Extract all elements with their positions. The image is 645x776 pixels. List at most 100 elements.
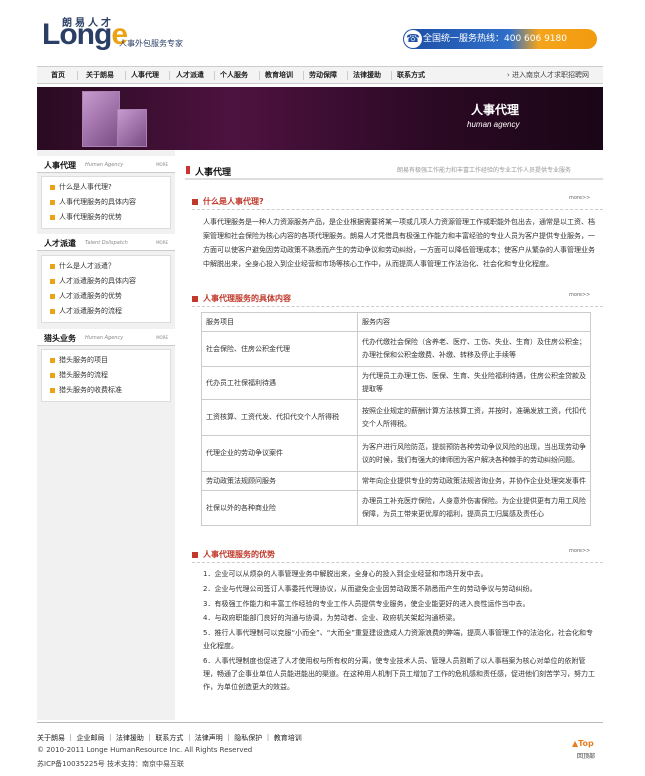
sidebar-item[interactable]: 人才派遣服务的具体内容 bbox=[50, 276, 136, 286]
bullet-icon bbox=[50, 387, 55, 393]
more-link[interactable]: more>> bbox=[569, 292, 590, 298]
advantage-item: 6．人事代理制度也促进了人才使用权与所有权的分离，使专业技术人员、管理人员割断了… bbox=[203, 657, 595, 691]
sidebar-item[interactable]: 人才派遣服务的优势 bbox=[50, 291, 122, 301]
section-divider bbox=[192, 306, 603, 307]
sidebar-more-link[interactable]: MORE bbox=[156, 335, 168, 340]
table-cell: 工资核算、工资代发、代扣代交个人所得税 bbox=[201, 399, 358, 436]
phone-icon: ☎ bbox=[404, 30, 422, 48]
sidebar-item[interactable]: 猎头服务的项目 bbox=[50, 355, 108, 365]
back-to-top-label[interactable]: 回顶部 bbox=[577, 751, 595, 760]
sidebar-item[interactable]: 人事代理服务的优势 bbox=[50, 212, 122, 222]
nav-separator bbox=[169, 71, 170, 80]
sidebar-item[interactable]: 人事代理服务的具体内容 bbox=[50, 197, 136, 207]
table-header: 服务内容 bbox=[357, 312, 591, 332]
back-to-top-button[interactable]: ▲Top bbox=[572, 739, 594, 748]
table-cell: 代理企业的劳动争议案件 bbox=[201, 435, 358, 472]
table-cell: 办理员工补充医疗保险，人身意外伤害保险。为企业提供更有力用工风险保障，为员工带来… bbox=[357, 490, 591, 526]
table-cell: 为客户进行风险防范，提前预防各种劳动争议风险的出现，当出现劳动争议的时候，我们有… bbox=[357, 435, 591, 472]
sidebar-heading-en: Talent Dslispatch bbox=[85, 240, 128, 246]
sidebar: 人事代理 Human Agency MORE 什么是人事代理? 人事代理服务的具… bbox=[37, 150, 175, 720]
sidebar-list: 什么是人才派遣？ 人才派遣服务的具体内容 人才派遣服务的优势 人才派遣服务的流程 bbox=[41, 255, 171, 323]
nav-item-home[interactable]: 首页 bbox=[51, 70, 65, 80]
nav-item-dispatch[interactable]: 人才派遣 bbox=[176, 70, 204, 80]
job-site-link-label: 进入南京人才求职招聘网 bbox=[512, 71, 590, 79]
title-marker bbox=[186, 166, 190, 174]
hotline-text: 全国统一服务热线：400 606 9180 bbox=[423, 34, 567, 44]
service-table: 服务项目 服务内容 社会保险、住房公积金代理 代办代缴社会保险（含养老、医疗、工… bbox=[201, 312, 591, 526]
page-title: 人事代理 bbox=[195, 168, 232, 178]
table-row: 工资核算、工资代发、代扣代交个人所得税 按照企业规定的薪酬计算方法核算工资，并按… bbox=[201, 399, 591, 436]
title-divider bbox=[185, 178, 603, 180]
table-cell: 按照企业规定的薪酬计算方法核算工资，并按时，准确发放工资，代扣代交个人所得税。 bbox=[357, 399, 591, 436]
table-row: 代办员工社保福利待遇 为代理员工办理工伤、医保、生育、失业险福利待遇，住房公积金… bbox=[201, 366, 591, 400]
sidebar-item[interactable]: 猎头服务的流程 bbox=[50, 370, 108, 380]
nav-separator bbox=[77, 71, 78, 80]
sidebar-heading-headhunting: 猎头业务 Human Agency MORE bbox=[37, 329, 175, 346]
bullet-icon bbox=[50, 357, 55, 363]
nav-separator bbox=[303, 71, 304, 80]
sidebar-more-link[interactable]: MORE bbox=[156, 162, 168, 167]
nav-item-labor[interactable]: 劳动保障 bbox=[309, 70, 337, 80]
table-row: 社会保险、住房公积金代理 代办代缴社会保险（含养老、医疗、工伤、失业、生育）及住… bbox=[201, 331, 591, 367]
sidebar-list: 猎头服务的项目 猎头服务的流程 猎头服务的收费标准 bbox=[41, 349, 171, 402]
more-link[interactable]: more>> bbox=[569, 548, 590, 554]
advantage-item: 3．有极强工作能力和丰富工作经验的专业工作人员提供专业服务，使企业能更好的进入良… bbox=[203, 600, 530, 608]
bullet-icon bbox=[50, 214, 55, 220]
nav-separator bbox=[391, 71, 392, 80]
table-row: 劳动政策法规顾问服务 常年向企业提供专业的劳动政策法规咨询业务，并协作企业处理突… bbox=[201, 471, 591, 491]
table-row: 社保以外的各种商业险 办理员工补充医疗保险，人身意外伤害保险。为企业提供更有力用… bbox=[201, 490, 591, 526]
table-cell: 代办员工社保福利待遇 bbox=[201, 366, 358, 400]
banner-subtitle: human agency bbox=[467, 120, 520, 129]
section-marker bbox=[192, 199, 198, 205]
banner-cube bbox=[117, 109, 147, 147]
table-cell: 代办代缴社会保险（含养老、医疗、工伤、失业、生育）及住房公积金；办理社保和公积金… bbox=[357, 331, 591, 367]
bullet-icon bbox=[50, 308, 55, 314]
nav-item-legal[interactable]: 法律援助 bbox=[353, 70, 381, 80]
sidebar-item[interactable]: 什么是人事代理? bbox=[50, 182, 112, 192]
section-title-advantages: 人事代理服务的优势 bbox=[203, 550, 275, 559]
nav-item-contact[interactable]: 联系方式 bbox=[397, 70, 425, 80]
advantage-item: 5．推行人事代理制可以克服“小而全”、“大而全”重复建设造成人力资源浪费的弊端，… bbox=[203, 629, 593, 650]
sidebar-heading-title: 猎头业务 bbox=[44, 334, 76, 343]
more-link[interactable]: more>> bbox=[569, 195, 590, 201]
page-slogan: 朗易有极强工作能力和丰富工作经验的专业工作人员提供专业服务 bbox=[397, 167, 572, 174]
table-row: 代理企业的劳动争议案件 为客户进行风险防范，提前预防各种劳动争议风险的出现，当出… bbox=[201, 435, 591, 472]
footer-links[interactable]: 关于朗易 ｜ 企业邮局 ｜ 法律援助 ｜ 联系方式 ｜ 法律声明 ｜ 隐私保护 … bbox=[37, 733, 302, 743]
nav-separator bbox=[125, 71, 126, 80]
bullet-icon bbox=[50, 184, 55, 190]
table-cell: 劳动政策法规顾问服务 bbox=[201, 471, 358, 491]
nav-separator bbox=[214, 71, 215, 80]
nav-item-personal[interactable]: 个人服务 bbox=[220, 70, 248, 80]
sidebar-heading-hr-agency: 人事代理 Human Agency MORE bbox=[37, 156, 175, 173]
back-to-top-text: Top bbox=[578, 739, 594, 748]
bullet-icon bbox=[50, 372, 55, 378]
icp-record: 苏ICP备10035225号 技术支持：南京中易互联 bbox=[37, 760, 185, 768]
table-header-row: 服务项目 服务内容 bbox=[201, 312, 591, 332]
job-site-link[interactable]: › 进入南京人才求职招聘网 bbox=[507, 70, 589, 80]
sidebar-item[interactable]: 猎头服务的收费标准 bbox=[50, 385, 122, 395]
sidebar-item[interactable]: 什么是人才派遣？ bbox=[50, 261, 115, 271]
section-marker bbox=[192, 552, 198, 558]
bullet-icon bbox=[50, 278, 55, 284]
bullet-icon bbox=[50, 293, 55, 299]
nav-item-training[interactable]: 教育培训 bbox=[265, 70, 293, 80]
section-divider bbox=[192, 562, 603, 563]
nav-item-about[interactable]: 关于朗易 bbox=[86, 70, 114, 80]
nav-separator bbox=[347, 71, 348, 80]
sidebar-item[interactable]: 人才派遣服务的流程 bbox=[50, 306, 122, 316]
sidebar-heading-dispatch: 人才派遣 Talent Dslispatch MORE bbox=[37, 234, 175, 251]
footer-divider bbox=[37, 722, 603, 723]
section-divider bbox=[192, 209, 603, 210]
hotline-banner: 全国统一服务热线：400 606 9180 bbox=[403, 29, 597, 49]
advantage-item: 4．与政府职能部门良好的沟通与协调，为劳动者、企业、政府机关架起沟通桥梁。 bbox=[203, 614, 460, 622]
nav-item-hr-agency[interactable]: 人事代理 bbox=[131, 70, 159, 80]
table-cell: 常年向企业提供专业的劳动政策法规咨询业务，并协作企业处理突发事件 bbox=[357, 471, 591, 491]
logo[interactable]: Longe bbox=[42, 20, 128, 50]
sidebar-list: 什么是人事代理? 人事代理服务的具体内容 人事代理服务的优势 bbox=[41, 176, 171, 229]
sidebar-heading-en: Human Agency bbox=[85, 335, 124, 341]
section-paragraph: 人事代理服务是一种人力资源服务产品，是企业根据需要将某一项或几项人力资源管理工作… bbox=[203, 218, 595, 268]
bullet-icon bbox=[50, 199, 55, 205]
logo-tagline: 人事外包服务专家 bbox=[119, 39, 183, 48]
sidebar-more-link[interactable]: MORE bbox=[156, 240, 168, 245]
hero-banner bbox=[37, 87, 603, 150]
